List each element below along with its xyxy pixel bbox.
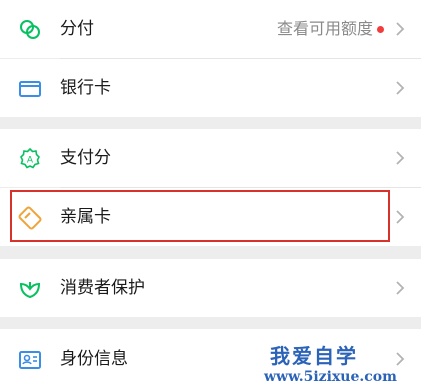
menu-item-label: 分付: [60, 19, 94, 39]
menu-item-consumer-protection[interactable]: 消费者保护: [0, 259, 421, 317]
watermark-url: www.5izixue.com: [264, 369, 397, 385]
chevron-right-icon: [393, 21, 407, 37]
menu-item-label: 银行卡: [60, 78, 111, 98]
consumer-protection-icon: [18, 277, 42, 301]
chevron-right-icon: [393, 280, 407, 296]
notification-dot: [377, 26, 384, 33]
menu-item-bank-card[interactable]: 银行卡: [0, 59, 421, 117]
highlight-box: [10, 190, 390, 242]
menu-item-fenfu[interactable]: 分付 查看可用额度: [0, 0, 421, 58]
pay-score-icon: A: [18, 147, 42, 171]
menu-item-label: 身份信息: [60, 349, 128, 369]
svg-text:A: A: [27, 156, 34, 166]
chevron-right-icon: [393, 150, 407, 166]
menu-item-label: 支付分: [60, 148, 111, 168]
chevron-right-icon: [393, 80, 407, 96]
chevron-right-icon: [393, 351, 407, 367]
menu-item-label: 消费者保护: [60, 278, 145, 298]
chevron-right-icon: [393, 209, 407, 225]
menu-item-pay-score[interactable]: A 支付分: [0, 129, 421, 187]
available-credit-hint: 查看可用额度: [276, 19, 373, 38]
bank-card-icon: [18, 77, 42, 101]
id-info-icon: [18, 348, 42, 372]
fenfu-icon: [18, 18, 42, 42]
watermark-title: 我爱自学: [270, 344, 358, 368]
